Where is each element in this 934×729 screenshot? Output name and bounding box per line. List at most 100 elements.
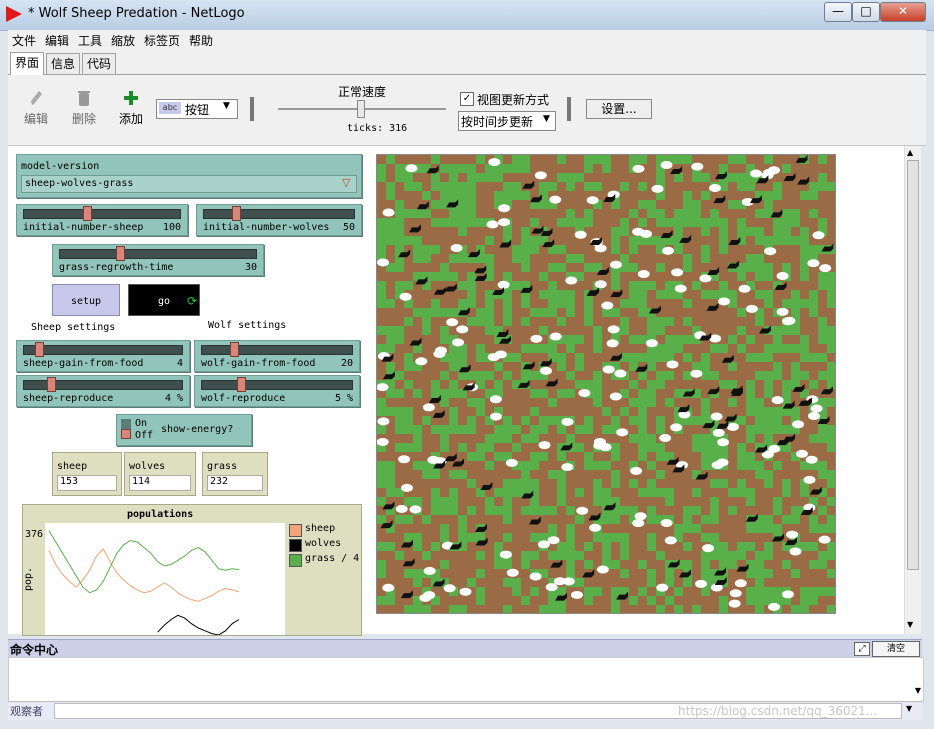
menu-help[interactable]: 帮助 <box>189 32 213 49</box>
slider-wolf-reproduce[interactable]: wolf-reproduce 5 % <box>194 375 360 407</box>
slider-wolf-gain-from-food[interactable]: wolf-gain-from-food 20 <box>194 340 360 372</box>
model-version-chooser[interactable]: model-version sheep-wolves-grass ▽ <box>16 154 362 198</box>
observer-select[interactable]: 观察者 <box>10 703 43 719</box>
grass-patch <box>395 173 404 182</box>
go-button[interactable]: go ⟳ <box>128 284 200 316</box>
grass-patch <box>458 227 467 236</box>
grass-patch <box>611 281 620 290</box>
grass-patch <box>512 281 521 290</box>
slider-track[interactable] <box>23 345 183 355</box>
close-button[interactable]: ✕ <box>880 2 926 22</box>
grass-patch <box>629 236 638 245</box>
grass-patch <box>656 470 665 479</box>
chooser-box[interactable]: sheep-wolves-grass ▽ <box>21 175 357 193</box>
slider-thumb[interactable] <box>35 342 44 357</box>
show-energy-switch[interactable]: On Off show-energy? <box>116 414 252 446</box>
minimize-button[interactable]: — <box>824 2 852 22</box>
settings-button[interactable]: 设置... <box>586 99 652 119</box>
monitor-value: 232 <box>207 475 263 491</box>
chevron-down-icon[interactable]: ▼ <box>906 704 912 713</box>
grass-patch <box>647 317 656 326</box>
menu-edit[interactable]: 编辑 <box>45 32 69 49</box>
grass-patch <box>629 380 638 389</box>
grass-patch <box>656 263 665 272</box>
scroll-down-icon: ▼ <box>907 620 914 629</box>
grass-patch <box>809 596 818 605</box>
widget-type-select[interactable]: abc 按钮 ▼ <box>156 99 238 119</box>
slider-track[interactable] <box>59 249 257 259</box>
grass-patch <box>440 191 449 200</box>
slider-label: initial-number-sheep <box>23 222 144 233</box>
grass-patch <box>413 578 422 587</box>
tab-info[interactable]: 信息 <box>46 53 81 74</box>
slider-thumb[interactable] <box>116 246 125 261</box>
world-canvas[interactable] <box>376 154 836 614</box>
sheep-agent <box>565 276 578 285</box>
grass-patch <box>476 344 485 353</box>
grass-patch <box>548 182 557 191</box>
slider-grass-regrowth-time[interactable]: grass-regrowth-time 30 <box>52 244 264 276</box>
maximize-button[interactable]: □ <box>852 2 880 22</box>
grass-patch <box>827 380 836 389</box>
grass-patch <box>800 344 809 353</box>
grass-patch <box>584 380 593 389</box>
menu-tools[interactable]: 工具 <box>78 32 102 49</box>
grass-patch <box>530 461 539 470</box>
legend-swatch <box>289 554 302 567</box>
sheep-agent <box>561 417 574 426</box>
vertical-scrollbar[interactable]: ▲ ▼ <box>904 146 921 634</box>
slider-track[interactable] <box>201 380 353 390</box>
switch-thumb[interactable] <box>121 429 131 439</box>
slider-thumb[interactable] <box>237 377 246 392</box>
view-updates-checkbox[interactable]: ✓ <box>460 92 474 106</box>
grass-patch <box>710 209 719 218</box>
grass-patch <box>827 434 836 443</box>
slider-track[interactable] <box>203 209 355 219</box>
grass-patch <box>440 497 449 506</box>
slider-initial-number-sheep[interactable]: initial-number-sheep 100 <box>16 204 188 236</box>
tab-interface[interactable]: 界面 <box>10 52 45 75</box>
add-tool[interactable]: 添加 <box>116 89 146 131</box>
setup-button[interactable]: setup <box>52 284 120 316</box>
sheep-agent <box>729 589 742 598</box>
grass-patch <box>512 425 521 434</box>
menu-file[interactable]: 文件 <box>12 32 36 49</box>
grass-patch <box>791 218 800 227</box>
edit-tool[interactable]: 编辑 <box>22 89 50 131</box>
delete-tool[interactable]: 删除 <box>70 89 98 131</box>
grass-patch <box>584 416 593 425</box>
slider-sheep-gain-from-food[interactable]: sheep-gain-from-food 4 <box>16 340 190 372</box>
grass-patch <box>539 605 548 614</box>
slider-thumb[interactable] <box>230 342 239 357</box>
slider-thumb[interactable] <box>83 206 92 221</box>
tab-code[interactable]: 代码 <box>82 53 117 74</box>
slider-sheep-reproduce[interactable]: sheep-reproduce 4 % <box>16 375 190 407</box>
grass-patch <box>737 218 746 227</box>
slider-track[interactable] <box>201 345 353 355</box>
grass-patch <box>440 371 449 380</box>
expand-icon[interactable]: ⤢ <box>854 642 870 656</box>
menu-tabs[interactable]: 标签页 <box>144 32 180 49</box>
clear-button[interactable]: 清空 <box>872 641 920 657</box>
speed-slider-thumb[interactable] <box>357 100 365 118</box>
command-output[interactable]: ▼ <box>8 657 924 703</box>
world-view[interactable] <box>376 154 836 614</box>
grass-patch <box>827 524 836 533</box>
scrollbar-thumb[interactable] <box>907 160 919 570</box>
grass-patch <box>791 506 800 515</box>
grass-patch <box>530 236 539 245</box>
grass-patch <box>620 182 629 191</box>
menu-zoom[interactable]: 缩放 <box>111 32 135 49</box>
grass-patch <box>611 479 620 488</box>
slider-thumb[interactable] <box>47 377 56 392</box>
slider-initial-number-wolves[interactable]: initial-number-wolves 50 <box>196 204 362 236</box>
switch-track[interactable] <box>121 419 131 439</box>
grass-patch <box>395 389 404 398</box>
update-mode-select[interactable]: 按时间步更新 ▼ <box>458 111 556 131</box>
slider-track[interactable] <box>23 209 181 219</box>
grass-patch <box>494 434 503 443</box>
grass-patch <box>827 398 836 407</box>
slider-thumb[interactable] <box>232 206 241 221</box>
sheep-agent <box>593 441 606 450</box>
grass-patch <box>593 389 602 398</box>
